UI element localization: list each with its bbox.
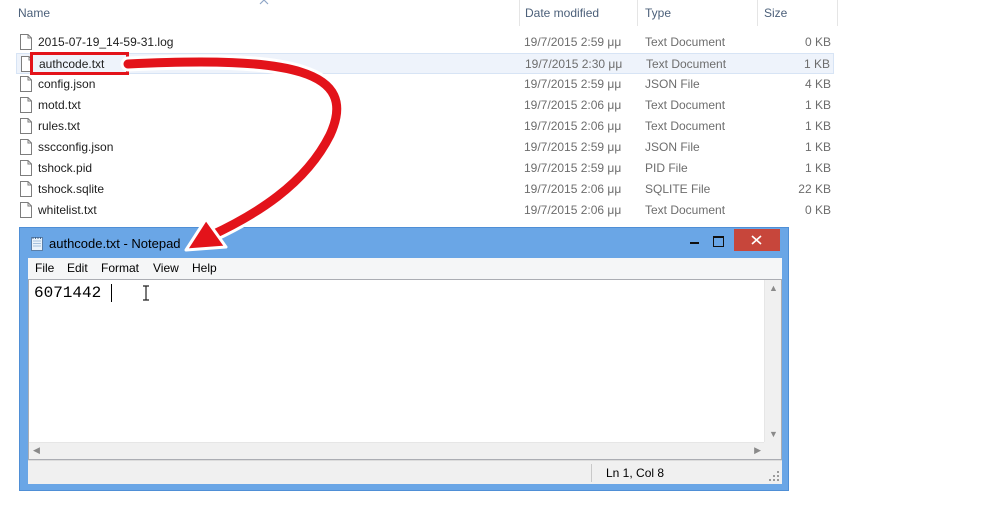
menu-format[interactable]: Format [101,261,139,275]
file-icon [20,139,32,155]
file-row[interactable]: rules.txt 19/7/2015 2:06 μμ Text Documen… [16,116,834,137]
file-row[interactable]: whitelist.txt 19/7/2015 2:06 μμ Text Doc… [16,200,834,221]
close-icon [751,235,762,245]
vertical-scrollbar[interactable]: ▲ ▼ [764,280,781,443]
status-divider [591,464,592,482]
file-icon [20,34,32,50]
scrollbar-corner [764,442,781,459]
status-bar: Ln 1, Col 8 [28,460,782,484]
file-icon [20,181,32,197]
scroll-left-icon[interactable]: ◀ [33,446,40,455]
file-size: 1 KB [804,119,831,133]
file-row[interactable]: sscconfig.json 19/7/2015 2:59 μμ JSON Fi… [16,137,834,158]
file-name: whitelist.txt [38,203,97,217]
column-header-type[interactable]: Type [639,0,758,26]
file-row[interactable]: tshock.pid 19/7/2015 2:59 μμ PID File 1 … [16,158,834,179]
cursor-position: Ln 1, Col 8 [606,466,665,480]
file-date: 19/7/2015 2:59 μμ [524,35,622,49]
file-icon [20,118,32,134]
column-header-date-modified[interactable]: Date modified [519,0,638,26]
file-size: 1 KB [803,57,830,71]
notepad-icon [31,237,43,251]
file-size: 4 KB [804,77,831,91]
file-type: Text Document [645,203,726,217]
horizontal-scrollbar[interactable]: ◀ ▶ [29,442,765,459]
file-size: 1 KB [804,98,831,112]
column-header-name[interactable]: Name [12,0,520,26]
document-text[interactable]: 6071442 [34,284,101,302]
file-icon [20,76,32,92]
file-icon [20,97,32,113]
file-date: 19/7/2015 2:06 μμ [524,182,622,196]
menu-view[interactable]: View [153,261,179,275]
file-icon [20,202,32,218]
scroll-right-icon[interactable]: ▶ [754,446,761,455]
file-date: 19/7/2015 2:06 μμ [524,119,622,133]
window-title: authcode.txt - Notepad [49,236,181,251]
maximize-button[interactable] [706,229,730,251]
file-size: 1 KB [804,140,831,154]
file-row[interactable]: 2015-07-19_14-59-31.log 19/7/2015 2:59 μ… [16,32,834,53]
file-type: Text Document [645,35,726,49]
file-row-authcode[interactable]: authcode.txt 19/7/2015 2:30 μμ Text Docu… [16,53,834,74]
file-name: 2015-07-19_14-59-31.log [38,35,174,49]
menu-edit[interactable]: Edit [67,261,88,275]
menu-bar: File Edit Format View Help [28,258,782,279]
file-date: 19/7/2015 2:06 μμ [524,98,622,112]
file-type: PID File [645,161,688,175]
file-date: 19/7/2015 2:59 μμ [524,161,622,175]
menu-file[interactable]: File [35,261,54,275]
file-size: 0 KB [804,35,831,49]
file-date: 19/7/2015 2:59 μμ [524,77,622,91]
file-date: 19/7/2015 2:30 μμ [525,57,623,71]
file-type: Text Document [645,119,726,133]
text-editor-area[interactable]: 6071442 ▲ ▼ ◀ ▶ [28,279,782,460]
file-type: SQLITE File [645,182,711,196]
text-caret [111,284,112,302]
ibeam-cursor-icon [143,285,149,301]
menu-help[interactable]: Help [192,261,217,275]
file-size: 1 KB [804,161,831,175]
file-name: motd.txt [38,98,81,112]
file-row[interactable]: tshock.sqlite 19/7/2015 2:06 μμ SQLITE F… [16,179,834,200]
authcode-highlight-box [30,52,129,75]
file-name: tshock.pid [38,161,93,175]
file-date: 19/7/2015 2:06 μμ [524,203,622,217]
minimize-button[interactable] [682,229,706,251]
file-type: JSON File [645,77,700,91]
scroll-down-icon[interactable]: ▼ [769,430,778,439]
scroll-up-icon[interactable]: ▲ [769,284,778,293]
notepad-window[interactable]: authcode.txt - Notepad File Edit Format … [19,227,789,491]
file-name: sscconfig.json [38,140,114,154]
file-row[interactable]: config.json 19/7/2015 2:59 μμ JSON File … [16,74,834,95]
file-name: rules.txt [38,119,81,133]
file-type: Text Document [646,57,727,71]
file-size: 0 KB [804,203,831,217]
file-icon [20,160,32,176]
file-type: JSON File [645,140,700,154]
file-name: tshock.sqlite [38,182,105,196]
close-button[interactable] [734,229,780,251]
file-size: 22 KB [798,182,831,196]
file-type: Text Document [645,98,726,112]
file-date: 19/7/2015 2:59 μμ [524,140,622,154]
column-header-size[interactable]: Size [758,0,838,26]
file-name: config.json [38,77,96,91]
file-explorer: Name Date modified Type Size 2015-07-19_… [0,0,840,225]
resize-grip-icon[interactable] [768,470,780,482]
file-row[interactable]: motd.txt 19/7/2015 2:06 μμ Text Document… [16,95,834,116]
